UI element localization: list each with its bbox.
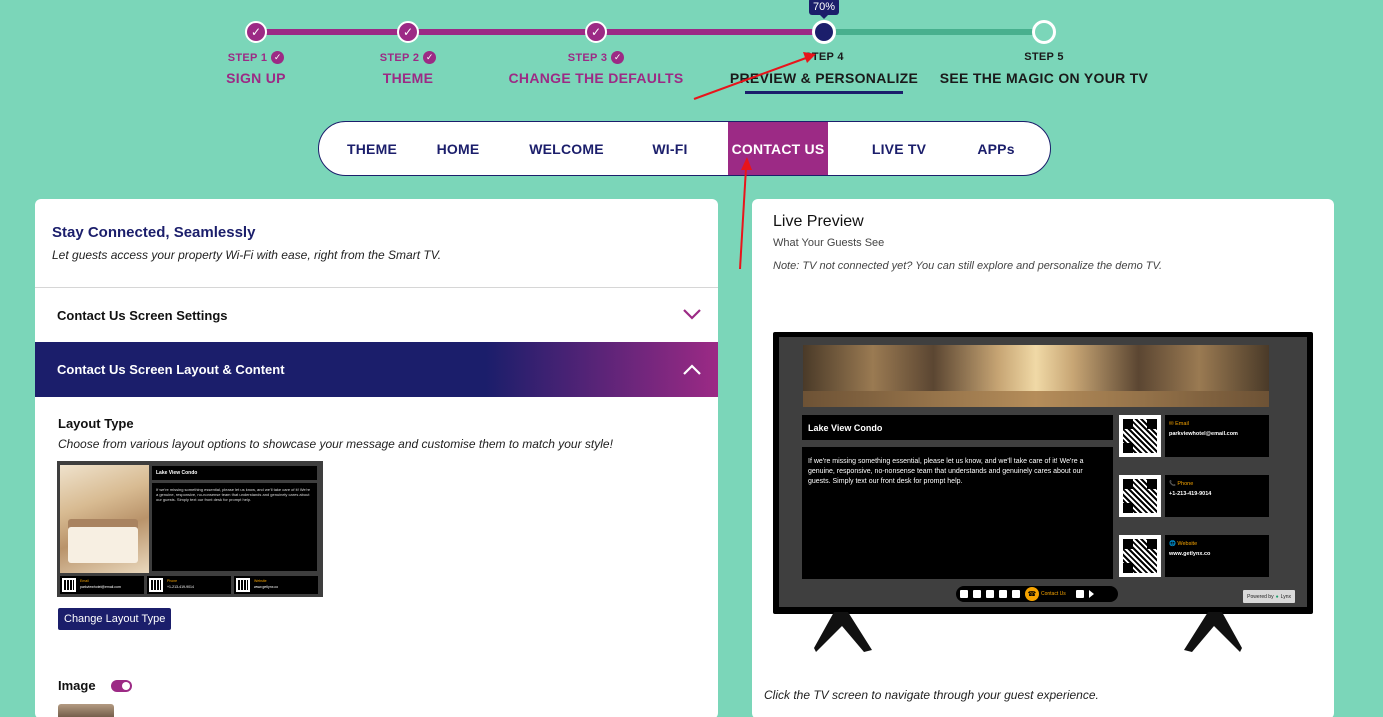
- check-icon: ✓: [585, 21, 607, 43]
- tab-wifi[interactable]: WI-FI: [624, 122, 716, 175]
- qr-code-icon: [1119, 415, 1161, 457]
- thumb-title: Lake View Condo: [152, 466, 317, 480]
- step-number: STEP 2: [379, 51, 420, 64]
- thumb-card-email: Email parkviewhotel@email.com: [60, 576, 144, 594]
- image-preview: [58, 704, 114, 717]
- live-preview-panel: Live Preview What Your Guests See Note: …: [752, 199, 1334, 717]
- card-label: Phone: [167, 579, 178, 583]
- settings-panel: Stay Connected, Seamlessly Let guests ac…: [35, 199, 718, 717]
- hero-floor: [803, 391, 1269, 407]
- qr-code-icon: [1119, 535, 1161, 577]
- card-value: +1-213-419-9014: [167, 585, 194, 589]
- tab-welcome[interactable]: WELCOME: [509, 122, 624, 175]
- preview-footer: Click the TV screen to navigate through …: [764, 688, 1099, 702]
- accordion-contact-settings[interactable]: Contact Us Screen Settings: [35, 288, 718, 342]
- card-value: parkviewhotel@email.com: [80, 585, 121, 589]
- card-label: ✉ Email: [1169, 421, 1189, 427]
- preview-title: Live Preview: [773, 213, 864, 230]
- check-icon: ✓: [397, 21, 419, 43]
- current-step-underline: [745, 91, 903, 94]
- play-icon[interactable]: [1088, 590, 1094, 598]
- tab-live-tv[interactable]: LIVE TV: [849, 122, 949, 175]
- step-number: STEP 1: [227, 51, 268, 64]
- image-toggle[interactable]: [111, 680, 132, 692]
- check-icon: ✓: [245, 21, 267, 43]
- tv-card-email: ✉ Email parkviewhotel@email.com: [1165, 415, 1269, 457]
- section-subtitle: Let guests access your property Wi-Fi wi…: [52, 248, 442, 262]
- check-circle-icon: ✓: [271, 51, 285, 64]
- wifi-icon[interactable]: [986, 590, 994, 598]
- dock-contact-us[interactable]: ☎ Contact Us: [1025, 587, 1071, 601]
- tv-screen[interactable]: Lake View Condo If we're missing somethi…: [779, 337, 1307, 607]
- powered-by-label: Powered by: [1247, 593, 1274, 600]
- card-label: 🌐 Website: [1169, 541, 1198, 547]
- phone-icon: ☎: [1025, 587, 1039, 601]
- apps-grid-icon[interactable]: [1075, 590, 1084, 598]
- accordion-layout-content[interactable]: Contact Us Screen Layout & Content: [35, 342, 718, 397]
- card-value: www.getlynx.co: [1169, 551, 1211, 557]
- tv-card-phone: 📞 Phone +1-213-419-9014: [1165, 475, 1269, 517]
- layout-type-title: Layout Type: [58, 416, 134, 431]
- accordion-label: Contact Us Screen Settings: [57, 308, 228, 323]
- thumb-card-phone: Phone +1-213-419-9014: [147, 576, 231, 594]
- qr-code-icon: [62, 578, 76, 592]
- bed-shape: [68, 527, 138, 563]
- home-icon[interactable]: [960, 590, 968, 598]
- layout-type-description: Choose from various layout options to sh…: [58, 437, 613, 451]
- step-number: STEP 4: [804, 51, 844, 63]
- card-label: Website: [254, 579, 267, 583]
- tv-property-name: Lake View Condo: [802, 415, 1113, 440]
- image-label: Image: [58, 678, 96, 693]
- welcome-icon[interactable]: [973, 590, 981, 598]
- brand-name: Lynx: [1280, 593, 1291, 600]
- stepper-track-completed: [256, 29, 824, 35]
- qr-code-icon: [236, 578, 250, 592]
- card-value: +1-213-419-9014: [1169, 491, 1212, 497]
- qr-code-icon: [149, 578, 163, 592]
- dock-active-label: Contact Us: [1041, 591, 1066, 597]
- hotel-icon[interactable]: [999, 590, 1007, 598]
- card-value: www.getlynx.co: [254, 585, 279, 589]
- thumb-card-website: Website www.getlynx.co: [234, 576, 318, 594]
- progress-stepper: ✓ STEP 1 ✓ SIGN UP ✓ STEP 2 ✓ THEME ✓ ST…: [0, 0, 1383, 100]
- step-number: STEP 3: [567, 51, 608, 64]
- stepper-track-remaining: [824, 29, 1044, 35]
- step-number: STEP 5: [1024, 51, 1064, 63]
- qr-code-icon: [1119, 475, 1161, 517]
- lynx-logo-icon: ●: [1275, 593, 1279, 600]
- layout-preview-thumbnail[interactable]: Lake View Condo If we're missing somethi…: [57, 461, 323, 597]
- section-title: Stay Connected, Seamlessly: [52, 224, 256, 241]
- pending-step-dot: [1032, 20, 1056, 44]
- tab-home[interactable]: HOME: [417, 122, 499, 175]
- tv-message: If we're missing something essential, pl…: [802, 447, 1113, 579]
- accordion-label: Contact Us Screen Layout & Content: [57, 362, 285, 377]
- tv-leg-left: [814, 612, 872, 652]
- check-circle-icon: ✓: [611, 51, 625, 64]
- card-label: 📞 Phone: [1169, 481, 1194, 487]
- tv-icon[interactable]: [1012, 590, 1020, 598]
- tab-contact-us[interactable]: CONTACT US: [728, 122, 828, 175]
- tv-card-website: 🌐 Website www.getlynx.co: [1165, 535, 1269, 577]
- chevron-down-icon: [683, 309, 701, 320]
- tv-dock: ☎ Contact Us: [956, 586, 1118, 602]
- bedroom-image: [60, 465, 149, 573]
- preview-note: Note: TV not connected yet? You can stil…: [773, 260, 1163, 272]
- preview-subtitle: What Your Guests See: [773, 237, 885, 249]
- progress-badge: 70%: [809, 0, 839, 19]
- current-step-dot: [812, 20, 836, 44]
- card-value: parkviewhotel@email.com: [1169, 431, 1238, 437]
- change-layout-button[interactable]: Change Layout Type: [58, 608, 172, 630]
- step-name: SEE THE MAGIC ON YOUR TV: [939, 70, 1149, 86]
- tab-theme[interactable]: THEME: [327, 122, 417, 175]
- card-label: Email: [80, 579, 89, 583]
- section-tabs: THEME HOME WELCOME WI-FI CONTACT US LIVE…: [318, 121, 1051, 176]
- tv-leg-right: [1184, 612, 1242, 652]
- thumb-message: If we're missing something essential, pl…: [152, 483, 317, 571]
- chevron-up-icon: [683, 364, 701, 375]
- lobby-hero-image: [803, 345, 1269, 407]
- tab-apps[interactable]: APPs: [959, 122, 1033, 175]
- check-circle-icon: ✓: [423, 51, 437, 64]
- powered-by-badge: Powered by ● Lynx: [1243, 590, 1295, 603]
- tv-preview[interactable]: Lake View Condo If we're missing somethi…: [773, 332, 1313, 614]
